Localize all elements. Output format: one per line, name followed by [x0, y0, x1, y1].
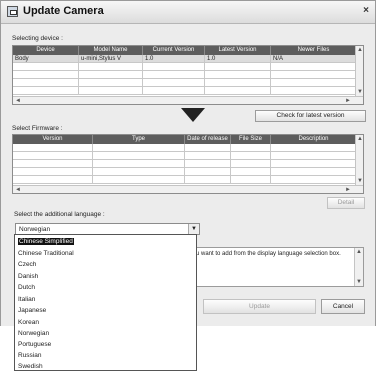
close-button[interactable]: × — [363, 5, 369, 16]
cell-latest-version: 1.0 — [205, 55, 271, 63]
column-header-description[interactable]: Description — [271, 135, 357, 144]
table-row — [13, 79, 357, 87]
table-row[interactable]: Body u-mini,Stylus V 1.0 1.0 N/A — [13, 55, 357, 63]
scroll-down-icon[interactable]: ▼ — [357, 88, 363, 96]
firmware-vertical-scrollbar[interactable]: ▲ ▼ — [355, 135, 363, 185]
column-header-file-size[interactable]: File Size — [231, 135, 271, 144]
table-row — [13, 144, 357, 152]
scroll-right-icon[interactable]: ► — [345, 97, 351, 104]
firmware-table-header: Version Type Date of release File Size D… — [13, 135, 357, 144]
table-row — [13, 176, 357, 184]
column-header-device[interactable]: Device — [13, 46, 79, 55]
column-header-date-of-release[interactable]: Date of release — [185, 135, 231, 144]
scroll-down-icon[interactable]: ▼ — [357, 177, 363, 185]
scroll-up-icon[interactable]: ▲ — [357, 135, 363, 143]
column-header-type[interactable]: Type — [93, 135, 185, 144]
table-row — [13, 168, 357, 176]
cell-newer-files: N/A — [271, 55, 357, 63]
cell-model-name: u-mini,Stylus V — [79, 55, 143, 63]
language-option-czech[interactable]: Czech — [15, 259, 196, 271]
language-option-swedish[interactable]: Swedish — [15, 361, 196, 373]
column-header-newer-files[interactable]: Newer Files — [271, 46, 357, 55]
firmware-horizontal-scrollbar[interactable]: ◄ ► — [13, 185, 363, 193]
title-bar: Update Camera × — [1, 1, 375, 24]
column-header-version[interactable]: Version — [13, 135, 93, 144]
language-section-label: Select the additional language : — [14, 211, 105, 218]
cancel-button[interactable]: Cancel — [321, 299, 365, 314]
language-hint-text: u want to add from the display language … — [196, 251, 341, 257]
table-row — [13, 63, 357, 71]
check-latest-version-button[interactable]: Check for latest version — [255, 110, 366, 122]
update-button[interactable]: Update — [203, 299, 316, 314]
table-row — [13, 152, 357, 160]
device-table[interactable]: Device Model Name Current Version Latest… — [12, 45, 364, 105]
column-header-model-name[interactable]: Model Name — [79, 46, 143, 55]
scroll-left-icon[interactable]: ◄ — [15, 186, 21, 193]
table-row — [13, 160, 357, 168]
app-icon — [7, 6, 18, 17]
scroll-up-icon[interactable]: ▲ — [357, 46, 363, 54]
device-table-header: Device Model Name Current Version Latest… — [13, 46, 357, 55]
device-horizontal-scrollbar[interactable]: ◄ ► — [13, 96, 363, 104]
language-info-box: u want to add from the display language … — [194, 247, 364, 287]
chevron-down-icon[interactable]: ▼ — [188, 224, 199, 234]
device-vertical-scrollbar[interactable]: ▲ ▼ — [355, 46, 363, 96]
cell-device: Body — [13, 55, 79, 63]
language-dropdown-list[interactable]: Chinese Simplified Chinese Traditional C… — [14, 234, 197, 371]
scroll-left-icon[interactable]: ◄ — [15, 97, 21, 104]
language-option-chinese-simplified[interactable]: Chinese Simplified — [15, 236, 196, 248]
info-vertical-scrollbar[interactable]: ▲ ▼ — [354, 248, 363, 286]
table-row — [13, 87, 357, 95]
cell-current-version: 1.0 — [143, 55, 205, 63]
detail-button[interactable]: Detail — [327, 197, 365, 209]
window-title: Update Camera — [23, 5, 104, 17]
down-arrow-icon — [181, 108, 205, 122]
device-section-label: Selecting device : — [12, 35, 63, 42]
firmware-table[interactable]: Version Type Date of release File Size D… — [12, 134, 364, 194]
language-option-dutch[interactable]: Dutch — [15, 282, 196, 294]
scroll-up-icon[interactable]: ▲ — [356, 248, 362, 256]
table-row — [13, 71, 357, 79]
column-header-current-version[interactable]: Current Version — [143, 46, 205, 55]
language-option-japanese[interactable]: Japanese — [15, 305, 196, 317]
column-header-latest-version[interactable]: Latest Version — [205, 46, 271, 55]
scroll-down-icon[interactable]: ▼ — [356, 278, 362, 286]
firmware-section-label: Select Firmware : — [12, 125, 63, 132]
scroll-right-icon[interactable]: ► — [345, 186, 351, 193]
